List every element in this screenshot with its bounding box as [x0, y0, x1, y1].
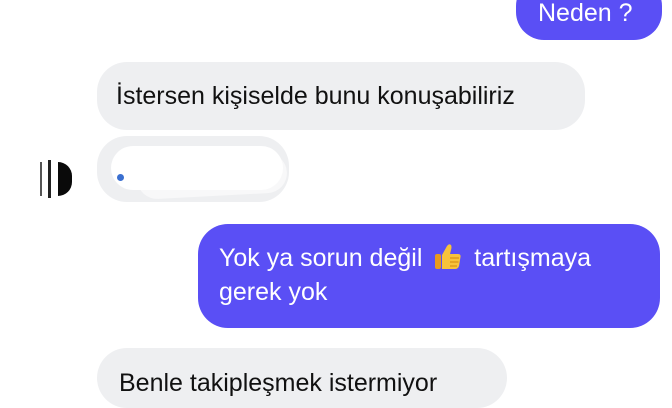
received-message-bubble[interactable]: Benle takipleşmek istermiyor [97, 348, 507, 408]
redaction-mark [111, 146, 283, 190]
message-line: gerek yok [219, 275, 660, 309]
sent-message-bubble[interactable]: Yok ya sorun değil tartışmaya gerek yok [198, 224, 660, 328]
message-text: Benle takipleşmek istermiyor [119, 369, 438, 397]
message-line: Yok ya sorun değil tartışmaya [219, 241, 660, 275]
received-message-bubble[interactable]: İstersen kişiselde bunu konuşabiliriz [97, 62, 585, 130]
message-text: tartışmaya [474, 244, 591, 272]
message-text: Yok ya sorun değil [219, 244, 423, 272]
thumbs-up-icon [435, 244, 461, 269]
message-text: İstersen kişiselde bunu konuşabiliriz [116, 82, 515, 110]
contact-avatar[interactable] [36, 158, 76, 198]
sent-message-bubble[interactable]: Neden ? [516, 0, 662, 40]
message-text: Neden ? [538, 0, 633, 27]
redacted-message-bubble[interactable] [97, 136, 289, 202]
message-text: gerek yok [219, 278, 328, 306]
link-fragment-icon [117, 174, 124, 181]
